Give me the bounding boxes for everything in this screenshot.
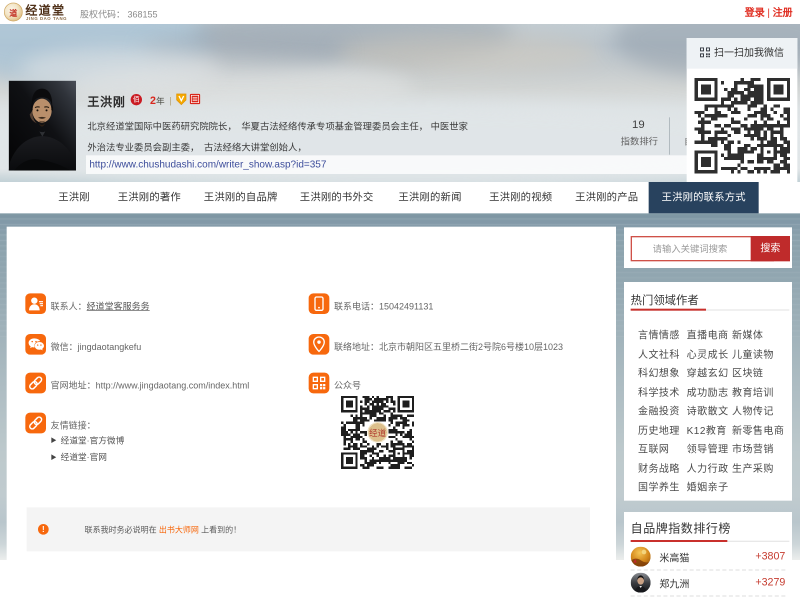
svg-text:经道: 经道 <box>369 428 386 438</box>
